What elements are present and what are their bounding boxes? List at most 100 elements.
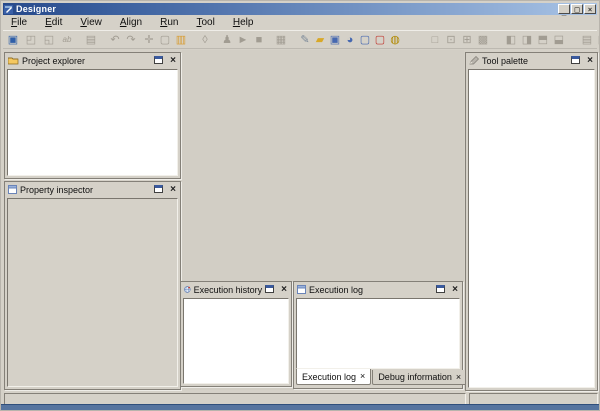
menu-file[interactable]: File xyxy=(5,17,33,29)
desktop-edge-strip xyxy=(1,404,599,410)
align-left-button[interactable]: ◧ xyxy=(504,32,518,48)
save-button[interactable]: ▤ xyxy=(84,32,98,48)
float-button[interactable] xyxy=(571,56,580,66)
minimize-button[interactable]: _ xyxy=(558,4,570,14)
align-top-button[interactable]: ◧ xyxy=(535,33,551,47)
window-title: Designer xyxy=(16,4,56,14)
project-explorer-header[interactable]: Project explorer × xyxy=(5,53,180,68)
close-button[interactable]: × xyxy=(452,285,459,294)
app-icon xyxy=(4,5,13,14)
deselect-button[interactable]: ◊ xyxy=(198,32,212,48)
window-icon xyxy=(8,185,17,194)
menu-run[interactable]: Run xyxy=(154,17,184,29)
log-icon xyxy=(297,285,306,294)
panel-property-inspector: Property inspector × xyxy=(4,181,181,390)
float-button[interactable] xyxy=(154,185,163,195)
close-button[interactable]: × xyxy=(587,56,594,65)
tool-palette-content[interactable] xyxy=(468,69,595,388)
debug-info-toggle[interactable]: ▢ xyxy=(373,32,387,48)
panel-title: Property inspector xyxy=(20,183,93,197)
paste-button[interactable]: ▥ xyxy=(174,32,188,48)
menu-align[interactable]: Align xyxy=(114,17,148,29)
panel-title: Project explorer xyxy=(22,54,85,68)
float-icon xyxy=(154,56,163,64)
panel-title: Tool palette xyxy=(482,54,528,68)
execution-log-toggle[interactable]: ▢ xyxy=(358,32,372,48)
menu-bar: File Edit View Align Run Tool Help xyxy=(3,16,597,29)
tab-debug-information[interactable]: Debug information × xyxy=(372,370,467,385)
execution-history-header[interactable]: Execution history × xyxy=(181,282,291,297)
step-grid-button[interactable]: ▦ xyxy=(274,32,288,48)
designer-window: Designer _ □ × File Edit View Align Run Tool H… xyxy=(0,0,600,411)
panel-title: Execution history xyxy=(194,283,263,297)
float-icon xyxy=(154,185,163,193)
panel-buttons: × xyxy=(436,285,459,295)
tab-execution-log[interactable]: Execution log × xyxy=(296,369,371,385)
float-icon xyxy=(436,285,445,293)
run-button[interactable]: ► xyxy=(236,32,250,48)
menu-tool[interactable]: Tool xyxy=(190,17,220,29)
menu-view[interactable]: View xyxy=(74,17,108,29)
project-explorer-toggle[interactable]: ▰ xyxy=(313,32,327,48)
execution-log-header[interactable]: Execution log × xyxy=(294,282,462,297)
history-globe-icon xyxy=(184,285,191,294)
open-project-button[interactable]: ◰ xyxy=(24,32,38,48)
panel-execution-history: Execution history × xyxy=(180,281,292,387)
new-project-button[interactable]: ▣ xyxy=(6,32,20,48)
align-bottom-button[interactable]: ◨ xyxy=(551,33,567,47)
align-right-button[interactable]: ◨ xyxy=(520,32,534,48)
panel-project-explorer: Project explorer × xyxy=(4,52,181,179)
snap-none-button[interactable]: □ xyxy=(428,32,442,48)
import-button[interactable]: ◱ xyxy=(42,32,56,48)
execution-history-toggle[interactable]: ◕ xyxy=(343,32,357,48)
panel-buttons: × xyxy=(154,185,177,195)
tab-close-icon[interactable]: × xyxy=(456,373,461,382)
panel-execution-log: Execution log × Execution log × Debug in… xyxy=(293,281,463,389)
tab-label: Execution log xyxy=(302,372,356,382)
rename-button[interactable]: ab xyxy=(60,32,74,48)
panel-tool-palette: Tool palette × xyxy=(465,52,598,391)
menu-edit[interactable]: Edit xyxy=(39,17,68,29)
tool-palette-toggle[interactable]: ✎ xyxy=(298,32,312,48)
redo-button[interactable]: ↷ xyxy=(124,32,138,48)
tab-close-icon[interactable]: × xyxy=(360,372,365,381)
float-button[interactable] xyxy=(436,285,445,295)
tool-palette-header[interactable]: Tool palette × xyxy=(466,53,597,68)
folder-icon xyxy=(8,56,19,65)
close-button[interactable]: × xyxy=(281,285,288,294)
execution-log-tabbar: Execution log × Debug information × xyxy=(296,370,460,386)
panel-title: Execution log xyxy=(309,283,363,297)
menu-help[interactable]: Help xyxy=(227,17,260,29)
toolbar: ▣◰◱ab▤↶↷✛▢▥◊♟►■▦✎▰▣◕▢▢◍□⊡⊞▩◧◨◧◨▤▥ xyxy=(3,30,597,49)
panel-buttons: × xyxy=(154,56,177,66)
tab-label: Debug information xyxy=(378,372,452,382)
property-inspector-content[interactable] xyxy=(7,198,178,387)
property-inspector-header[interactable]: Property inspector × xyxy=(5,182,180,197)
title-bar[interactable]: Designer _ □ × xyxy=(3,3,597,15)
window-controls: _ □ × xyxy=(558,4,596,14)
execution-history-content[interactable] xyxy=(183,298,289,384)
close-button[interactable]: × xyxy=(170,185,177,194)
copy-button[interactable]: ▢ xyxy=(158,32,172,48)
snap-fill-button[interactable]: ▩ xyxy=(476,32,490,48)
move-button[interactable]: ✛ xyxy=(142,32,156,48)
debug-bee-button[interactable]: ◍ xyxy=(388,32,402,48)
property-inspector-toggle[interactable]: ▣ xyxy=(328,32,342,48)
float-button[interactable] xyxy=(265,285,274,295)
project-explorer-content[interactable] xyxy=(7,69,178,176)
float-button[interactable] xyxy=(154,56,163,66)
execution-log-content[interactable] xyxy=(296,298,460,369)
undo-button[interactable]: ↶ xyxy=(108,32,122,48)
distribute-horizontal-button[interactable]: ▤ xyxy=(580,32,594,48)
maximize-button[interactable]: □ xyxy=(571,4,583,14)
close-button[interactable]: × xyxy=(170,56,177,65)
debug-button[interactable]: ♟ xyxy=(220,32,234,48)
float-icon xyxy=(265,285,274,293)
snap-grid-button[interactable]: ⊞ xyxy=(460,32,474,48)
panel-buttons: × xyxy=(571,56,594,66)
snap-dots-button[interactable]: ⊡ xyxy=(444,32,458,48)
distribute-vertical-button[interactable]: ▥ xyxy=(596,32,600,48)
float-icon xyxy=(571,56,580,64)
window-close-button[interactable]: × xyxy=(584,4,596,14)
stop-button[interactable]: ■ xyxy=(252,32,266,48)
